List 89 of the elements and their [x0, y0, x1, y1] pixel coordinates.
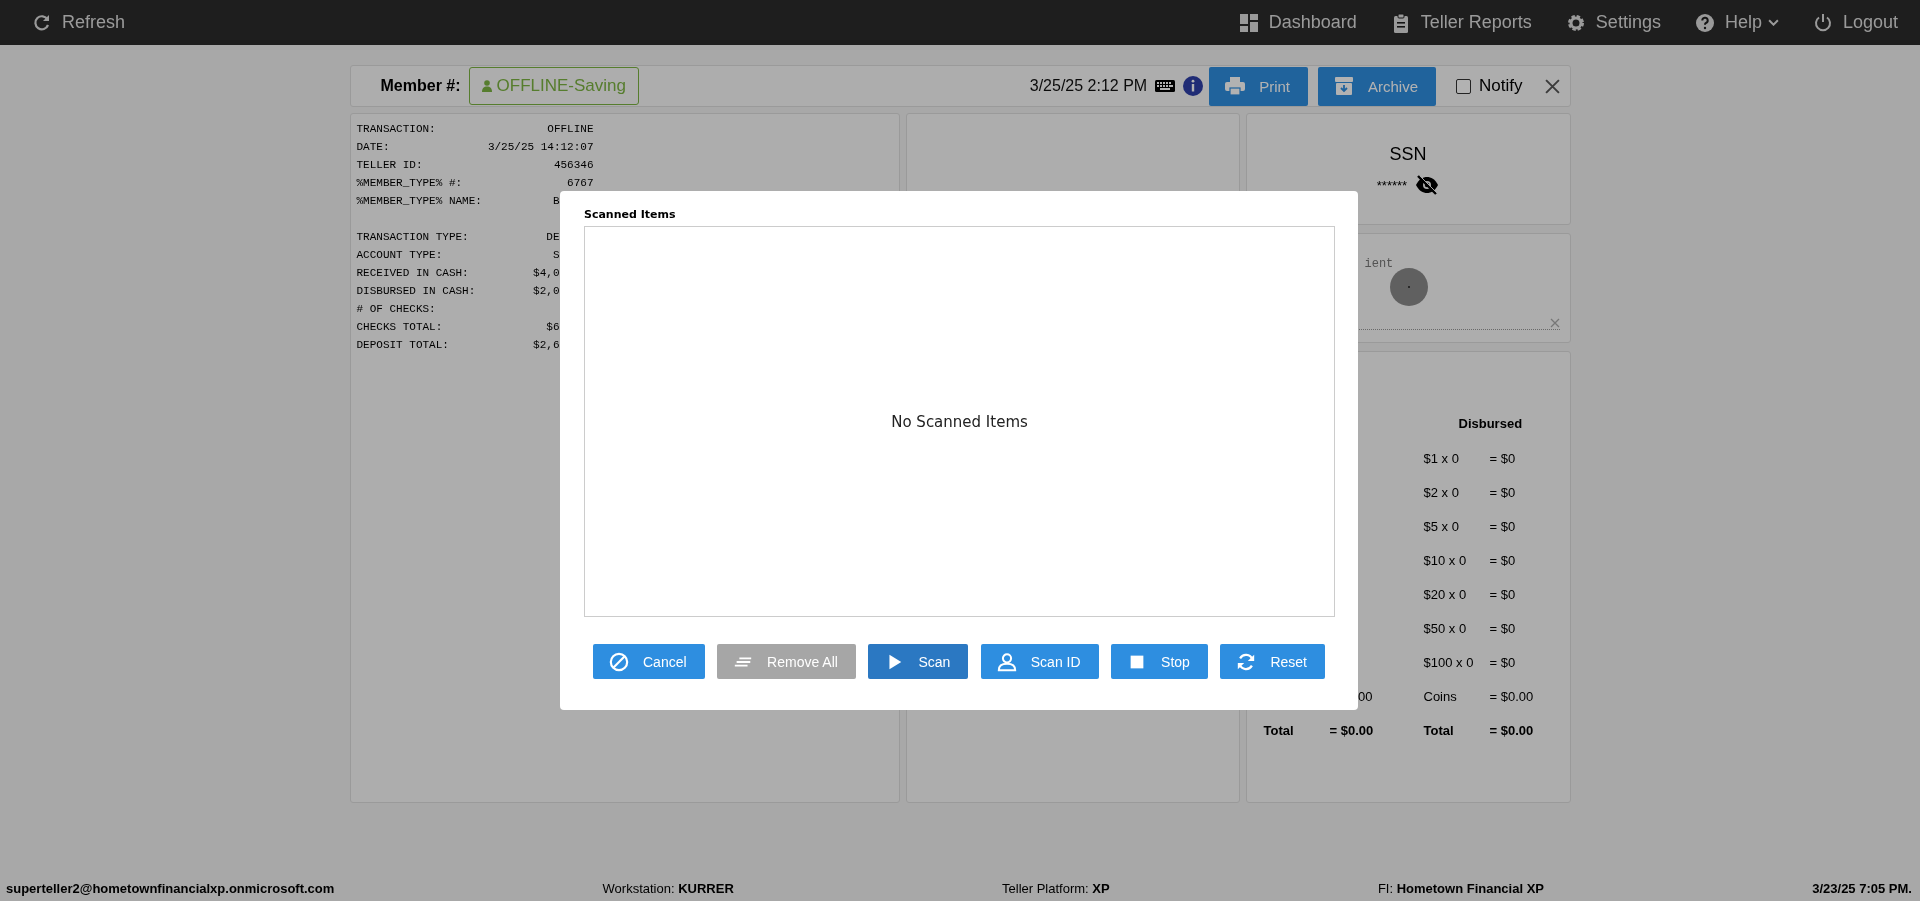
denomination: $5 x 0 [1423, 518, 1460, 534]
receipt-label: TELLER ID: [356, 159, 423, 173]
dialog-button[interactable]: Scan ID [980, 644, 1099, 679]
nav-item[interactable]: Logout [1812, 12, 1898, 33]
refresh-button[interactable]: Refresh [32, 12, 126, 33]
close-icon[interactable] [1544, 78, 1560, 94]
denomination: $20 x 0 [1423, 586, 1468, 602]
caret-icon [1767, 19, 1779, 26]
person-icon [996, 651, 1017, 672]
nav-item[interactable]: Settings [1565, 12, 1661, 33]
help-icon [1694, 12, 1715, 33]
cancel-icon [609, 651, 629, 672]
amount: 00 [1358, 688, 1373, 704]
notify-checkbox[interactable]: Notify [1456, 76, 1523, 96]
column-heading: Disbursed [1457, 415, 1524, 431]
receipt-label: %MEMBER_TYPE% NAME: [356, 195, 482, 209]
receipt-value: $2,6 [533, 339, 560, 351]
denomination: $1 x 0 [1423, 450, 1460, 466]
receipt-label: DISBURSED IN CASH: [356, 285, 476, 299]
settings-icon [1565, 12, 1586, 33]
keyboard-icon[interactable] [1155, 80, 1176, 92]
nav-item[interactable]: Help [1694, 12, 1779, 33]
amount: = $0 [1489, 484, 1517, 500]
receipt-label: CHECKS TOTAL: [356, 321, 443, 335]
refresh-icon [1236, 651, 1257, 672]
power-icon [1812, 12, 1833, 33]
status-item: Teller Platform: XP [1002, 880, 1110, 896]
amount: = $0 [1489, 586, 1517, 602]
nav-item[interactable]: Teller Reports [1390, 12, 1532, 33]
member-label: Member #: [380, 77, 461, 95]
denomination: Coins [1423, 688, 1458, 704]
receipt-value: B [552, 195, 560, 207]
receipt-value: $2,0 [533, 285, 560, 297]
receipt-label: DEPOSIT TOTAL: [356, 339, 449, 353]
amount: = $0.00 [1489, 688, 1535, 704]
amount: = $0.00 [1329, 722, 1374, 738]
receipt-label: TRANSACTION: [356, 123, 436, 137]
amount: = $0 [1489, 518, 1517, 534]
ssn-title: SSN [1389, 144, 1427, 165]
dialog-button[interactable]: Stop [1111, 644, 1208, 679]
dashboard-icon [1238, 12, 1259, 33]
receipt-label: %MEMBER_TYPE% #: [356, 177, 463, 191]
archive-box-icon [1334, 77, 1354, 95]
denomination: Total [1423, 722, 1455, 738]
signature-label: ient [1364, 257, 1394, 271]
status-datetime: 3/23/25 7:05 PM. [1812, 880, 1912, 896]
receipt-label: DATE: [356, 141, 390, 155]
user-email: superteller2@hometownfinancialxp.onmicrosoft.com [6, 880, 335, 896]
ssn-value: ****** [1376, 177, 1408, 193]
amount: = $0 [1489, 450, 1517, 466]
total-label: Total [1263, 722, 1294, 738]
person-icon [481, 80, 492, 92]
receipt-value: 6767 [567, 177, 594, 191]
receipt-label: # OF CHECKS: [356, 303, 436, 317]
dialog-button[interactable]: Scan [868, 644, 969, 679]
receipt-value: DE [546, 231, 560, 243]
receipt-value: S [552, 249, 560, 261]
amount: = $0 [1489, 620, 1517, 636]
receipt-value: OFFLINE [547, 123, 594, 137]
print-button[interactable]: Print [1209, 66, 1308, 106]
checkbox[interactable] [1456, 78, 1472, 94]
date-time: 3/25/25 2:12 PM [1029, 77, 1148, 95]
denomination: $10 x 0 [1423, 552, 1468, 568]
status-item: Workstation: KURRER [602, 880, 734, 896]
receipt-label: ACCOUNT TYPE: [356, 249, 443, 263]
receipt-label: TRANSACTION TYPE: [356, 231, 469, 245]
receipt-value: 456346 [553, 159, 594, 173]
empty-message: No Scanned Items [891, 412, 1028, 431]
nav-item[interactable]: Dashboard [1238, 12, 1357, 33]
dialog-title: Scanned Items [584, 208, 677, 223]
archive-button[interactable]: Archive [1318, 66, 1437, 106]
amount: = $0 [1489, 552, 1517, 568]
amount: = $0.00 [1489, 722, 1535, 738]
receipt-label: RECEIVED IN CASH: [356, 267, 469, 281]
status-item: FI: Hometown Financial XP [1377, 880, 1544, 896]
denomination: $100 x 0 [1423, 654, 1475, 670]
eye-slash-icon[interactable] [1415, 175, 1440, 195]
denomination: $50 x 0 [1423, 620, 1468, 636]
info-icon[interactable] [1183, 76, 1204, 96]
receipt-value: 3/25/25 14:12:07 [487, 141, 594, 155]
receipt-value: $6 [546, 321, 560, 333]
printer-icon [1225, 77, 1246, 95]
avatar-icon [1388, 267, 1429, 307]
receipt-value: $4,0 [533, 267, 560, 279]
dialog-button[interactable]: Reset [1220, 644, 1325, 679]
refresh-icon [32, 12, 52, 33]
amount: = $0 [1489, 654, 1517, 670]
dialog-button[interactable]: Cancel [593, 644, 705, 679]
denomination: $2 x 0 [1423, 484, 1460, 500]
